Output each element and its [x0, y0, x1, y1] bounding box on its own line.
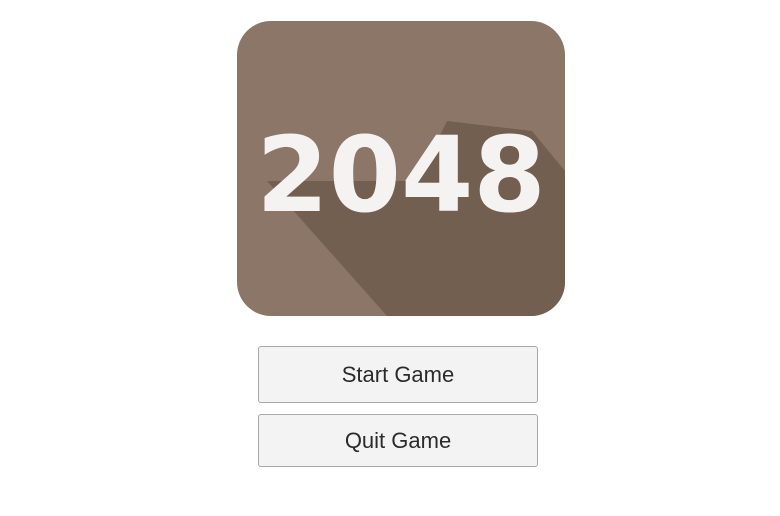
start-game-button[interactable]: Start Game	[258, 346, 538, 403]
game-logo-graphic: 2048	[237, 21, 565, 316]
main-menu-screen: 2048 Start Game Quit Game	[0, 0, 780, 516]
game-logo: 2048	[237, 21, 565, 316]
quit-game-label: Quit Game	[344, 427, 452, 453]
logo-title: 2048	[256, 114, 545, 236]
quit-game-button[interactable]: Quit Game	[258, 414, 538, 467]
start-game-label: Start Game	[341, 361, 455, 387]
